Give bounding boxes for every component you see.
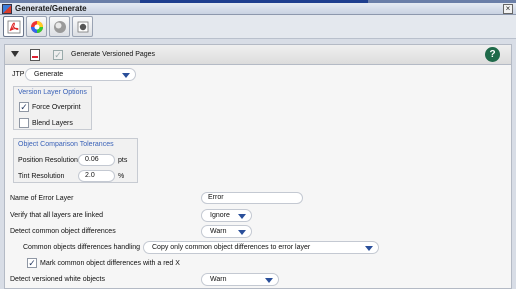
verify-layers-dropdown[interactable]: Ignore: [201, 209, 252, 222]
tint-resolution-input[interactable]: 2.0: [78, 170, 115, 182]
blend-layers-label: Blend Layers: [32, 120, 73, 127]
tint-resolution-unit: %: [118, 173, 125, 180]
app-icon: [2, 4, 12, 14]
section-title: Generate Versioned Pages: [71, 51, 156, 58]
object-comparison-title: Object Comparison Tolerances: [18, 141, 114, 148]
mark-red-x-label: Mark common object differences with a re…: [40, 260, 180, 267]
force-overprint-label: Force Overprint: [32, 104, 81, 111]
verify-layers-label: Verify that all layers are linked: [10, 212, 103, 219]
sphere-toolbar-button[interactable]: [49, 16, 70, 37]
detect-common-dropdown[interactable]: Warn: [201, 225, 252, 238]
stamp-icon: [77, 21, 89, 33]
acrobat-pdf-icon: [7, 20, 21, 34]
detect-white-dropdown[interactable]: Warn: [201, 273, 279, 286]
settings-panel: ✓ Generate Versioned Pages ? JTP Generat…: [4, 44, 512, 289]
mark-red-x-checkbox[interactable]: ✓: [27, 258, 37, 268]
version-layer-options-title: Version Layer Options: [18, 89, 87, 96]
jtp-dropdown[interactable]: Generate: [25, 68, 136, 81]
common-handling-dropdown[interactable]: Copy only common object differences to e…: [143, 241, 379, 254]
document-icon: [30, 49, 40, 61]
object-comparison-group: Object Comparison Tolerances Position Re…: [13, 138, 138, 183]
chevron-down-icon: [265, 278, 273, 283]
chevron-down-icon: [365, 246, 373, 251]
version-layer-options-group: Version Layer Options ✓ Force Overprint …: [13, 86, 92, 130]
color-toolbar-button[interactable]: [26, 16, 47, 37]
chevron-down-icon: [238, 230, 246, 235]
blend-layers-checkbox[interactable]: [19, 118, 29, 128]
window-title: Generate/Generate: [15, 4, 87, 13]
position-resolution-label: Position Resolution: [18, 157, 78, 164]
close-button[interactable]: ×: [503, 4, 513, 14]
collapse-chevron-icon[interactable]: [11, 51, 19, 57]
verify-layers-value: Ignore: [210, 212, 230, 219]
error-layer-input[interactable]: Error: [201, 192, 303, 204]
detect-common-value: Warn: [210, 228, 227, 235]
color-wheel-icon: [31, 21, 43, 33]
common-handling-value: Copy only common object differences to e…: [152, 244, 311, 251]
jtp-value: Generate: [34, 71, 64, 78]
sphere-icon: [54, 21, 66, 33]
detect-white-value: Warn: [210, 276, 227, 283]
toolbar: [0, 15, 516, 39]
section-enable-checkbox[interactable]: ✓: [53, 50, 63, 60]
help-icon[interactable]: ?: [485, 47, 500, 62]
common-handling-label: Common objects differences handling: [23, 244, 140, 251]
chevron-down-icon: [122, 73, 130, 78]
force-overprint-checkbox[interactable]: ✓: [19, 102, 29, 112]
tint-resolution-label: Tint Resolution: [18, 173, 65, 180]
detect-white-label: Detect versioned white objects: [10, 276, 105, 283]
chevron-down-icon: [238, 214, 246, 219]
position-resolution-input[interactable]: 0.06: [78, 154, 115, 166]
section-header: ✓ Generate Versioned Pages ?: [5, 45, 511, 65]
error-layer-label: Name of Error Layer: [10, 195, 74, 202]
stamp-toolbar-button[interactable]: [72, 16, 93, 37]
jtp-label: JTP: [12, 71, 25, 78]
detect-common-label: Detect common object differences: [10, 228, 116, 235]
pdf-toolbar-button[interactable]: [3, 16, 24, 37]
title-bar: Generate/Generate ×: [0, 3, 516, 15]
position-resolution-unit: pts: [118, 157, 128, 164]
